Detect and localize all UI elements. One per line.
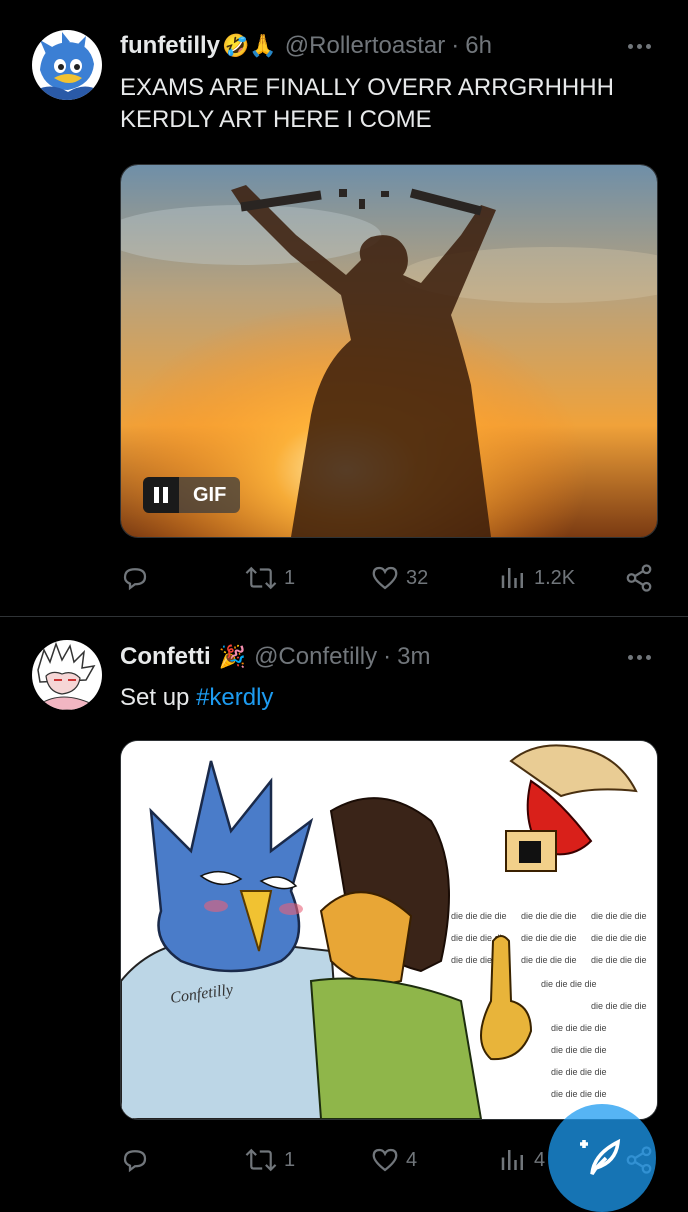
image-media[interactable]: die die die die die die die die die die … [120,740,658,1120]
timestamp[interactable]: 3m [397,643,430,671]
background-scribble: die die die die [591,911,647,921]
gif-label: GIF [179,477,241,513]
tweet-text-line: KERDLY ART HERE I COME [120,106,432,133]
background-scribble: die die die die [541,979,597,989]
name-emojis: 🤣🙏 [222,33,277,58]
name-emojis: 🎉 [218,644,247,669]
background-scribble: die die die die [551,1089,607,1099]
background-scribble: die die die die [521,933,577,943]
tweet-text: Set up #kerdly [120,682,660,714]
gif-badge[interactable]: GIF [143,477,241,513]
hashtag-link[interactable]: #kerdly [196,684,273,711]
display-name[interactable]: funfetilly [120,32,220,60]
background-scribble: die die die die [551,1045,607,1055]
background-scribble: die die die die [551,1067,607,1077]
handle[interactable]: @Confetilly [254,643,377,671]
share-button[interactable] [624,563,654,593]
background-scribble: die die die die [521,911,577,921]
action-bar: 1 32 1.2K [120,560,660,596]
more-icon[interactable] [622,34,656,58]
avatar[interactable] [32,30,102,100]
views-button[interactable]: 1.2K [498,563,575,593]
background-scribble: die die die die [591,933,647,943]
retweet-button[interactable]: 1 [244,1145,295,1175]
reply-button[interactable] [120,563,150,593]
tweet-header: funfetilly 🤣🙏 @Rollertoastar · 6h [120,30,492,62]
like-count: 32 [406,566,429,589]
share-icon [626,564,652,592]
pause-icon[interactable] [143,477,179,513]
background-scribble: die die die die [591,955,647,965]
avatar[interactable] [32,640,102,710]
retweet-icon [245,1148,277,1172]
background-scribble: die die die die [551,1023,607,1033]
reply-icon [123,1150,147,1173]
like-icon [372,1148,398,1172]
tweet-header: Confetti 🎉 @Confetilly · 3m [120,641,430,673]
like-count: 4 [406,1148,418,1171]
like-button[interactable]: 4 [370,1145,417,1175]
timestamp[interactable]: 6h [465,32,492,60]
retweet-count: 1 [284,566,296,589]
separator: · [383,643,392,670]
tweet-text-prefix: Set up [120,684,197,711]
artwork-image: die die die die die die die die die die … [121,741,657,1119]
retweet-icon [245,566,277,590]
separator: · [451,32,460,59]
more-icon[interactable] [622,645,656,669]
compose-button[interactable] [548,1104,656,1212]
views-count: 1.2K [534,566,576,589]
tweet-text: EXAMS ARE FINALLY OVERR ARRGRHHHH KERDLY… [120,72,660,136]
views-icon [501,1150,523,1170]
compose-icon [580,1138,621,1175]
reply-button[interactable] [120,1145,150,1175]
background-scribble: die die die die [591,1001,647,1011]
handle[interactable]: @Rollertoastar [285,32,445,60]
gif-media[interactable]: GIF [120,164,658,538]
display-name[interactable]: Confetti [120,643,211,671]
retweet-button[interactable]: 1 [244,563,295,593]
retweet-count: 1 [284,1148,296,1171]
like-button[interactable]: 32 [370,563,428,593]
views-icon [501,568,523,588]
background-scribble: die die die die [521,955,577,965]
like-icon [372,566,398,590]
reply-icon [123,568,147,591]
views-button[interactable]: 4 [498,1145,545,1175]
views-count: 4 [534,1148,546,1171]
tweet-card[interactable]: funfetilly 🤣🙏 @Rollertoastar · 6h EXAMS … [0,0,688,616]
tweet-text-line: EXAMS ARE FINALLY OVERR ARRGRHHHH [120,74,614,101]
background-scribble: die die die die [451,911,507,921]
